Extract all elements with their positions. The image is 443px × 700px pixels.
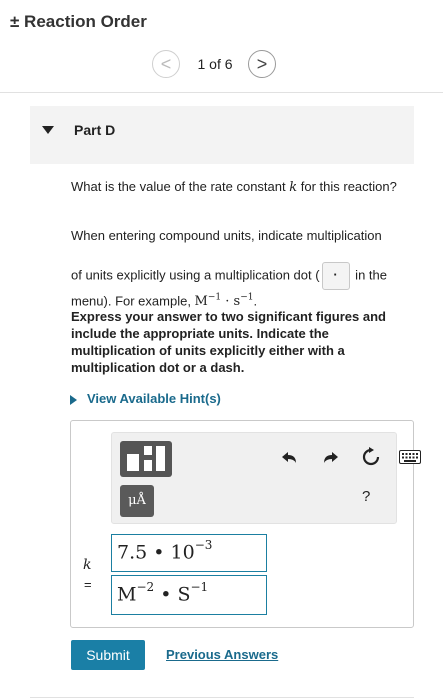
answer-panel: μÅ ? k = 7.5 • 10−3 M−2 • S−1 [70, 420, 421, 628]
variable-k: k [289, 180, 298, 195]
reset-icon [362, 447, 380, 466]
help-button[interactable]: ? [362, 488, 370, 505]
units-instruction-part: . [253, 293, 258, 309]
example-unit-m-exponent: −1 [207, 293, 222, 303]
value-mantissa: 7.5 • 10 [117, 541, 195, 564]
divider [0, 92, 443, 93]
units-instruction-continued: of units explicitly using a multiplicati… [71, 262, 411, 310]
page-count: 1 of 6 [197, 56, 233, 72]
previous-answers-link[interactable]: Previous Answers [166, 647, 278, 662]
multiplication-dot-icon: · [321, 262, 350, 290]
undo-button[interactable] [278, 445, 302, 469]
template-button[interactable] [120, 441, 172, 477]
part-header[interactable]: Part D [30, 106, 414, 164]
question-text-part: What is the value of the rate constant [71, 179, 290, 194]
chevron-left-icon: < [160, 53, 172, 74]
part-label: Part D [74, 122, 116, 138]
answer-instructions: Express your answer to two significant f… [71, 309, 386, 375]
unit-dot: • [154, 583, 178, 606]
divider [30, 697, 414, 698]
equals-sign: = [84, 577, 92, 592]
units-instruction: When entering compound units, indicate m… [71, 228, 382, 243]
keyboard-button[interactable] [398, 445, 422, 469]
question-text-part: for this reaction? [297, 179, 397, 194]
keyboard-icon [399, 450, 421, 464]
caret-down-icon [42, 126, 54, 134]
view-hints-label: View Available Hint(s) [87, 391, 221, 406]
undo-icon [282, 452, 296, 463]
math-toolbar: μÅ ? [111, 432, 421, 524]
redo-icon [324, 452, 338, 463]
unit-s: S [177, 583, 191, 606]
redo-button[interactable] [318, 445, 342, 469]
value-exponent: −3 [194, 538, 213, 552]
chevron-right-icon: > [256, 53, 268, 74]
unit-s-exponent: −1 [190, 580, 209, 594]
unit-m-exponent: −2 [136, 580, 155, 594]
units-instruction-part: of units explicitly using a multiplicati… [71, 267, 320, 283]
unit-m: M [117, 583, 137, 606]
answer-variable-label: k [83, 557, 92, 573]
page-title: ± Reaction Order [10, 12, 147, 31]
question-text: What is the value of the rate constant k… [71, 178, 411, 196]
units-button[interactable]: μÅ [120, 485, 154, 517]
submit-button[interactable]: Submit [71, 640, 145, 670]
units-input[interactable]: M−2 • S−1 [111, 575, 267, 615]
value-input[interactable]: 7.5 • 10−3 [111, 534, 267, 572]
reset-button[interactable] [359, 445, 383, 469]
prev-page-button[interactable]: < [152, 50, 180, 78]
pager: < 1 of 6 > [0, 50, 443, 78]
view-hints-link[interactable]: View Available Hint(s) [70, 391, 221, 406]
example-unit-s-exponent: −1 [240, 293, 254, 303]
next-page-button[interactable]: > [248, 50, 276, 78]
caret-right-icon [70, 394, 77, 405]
